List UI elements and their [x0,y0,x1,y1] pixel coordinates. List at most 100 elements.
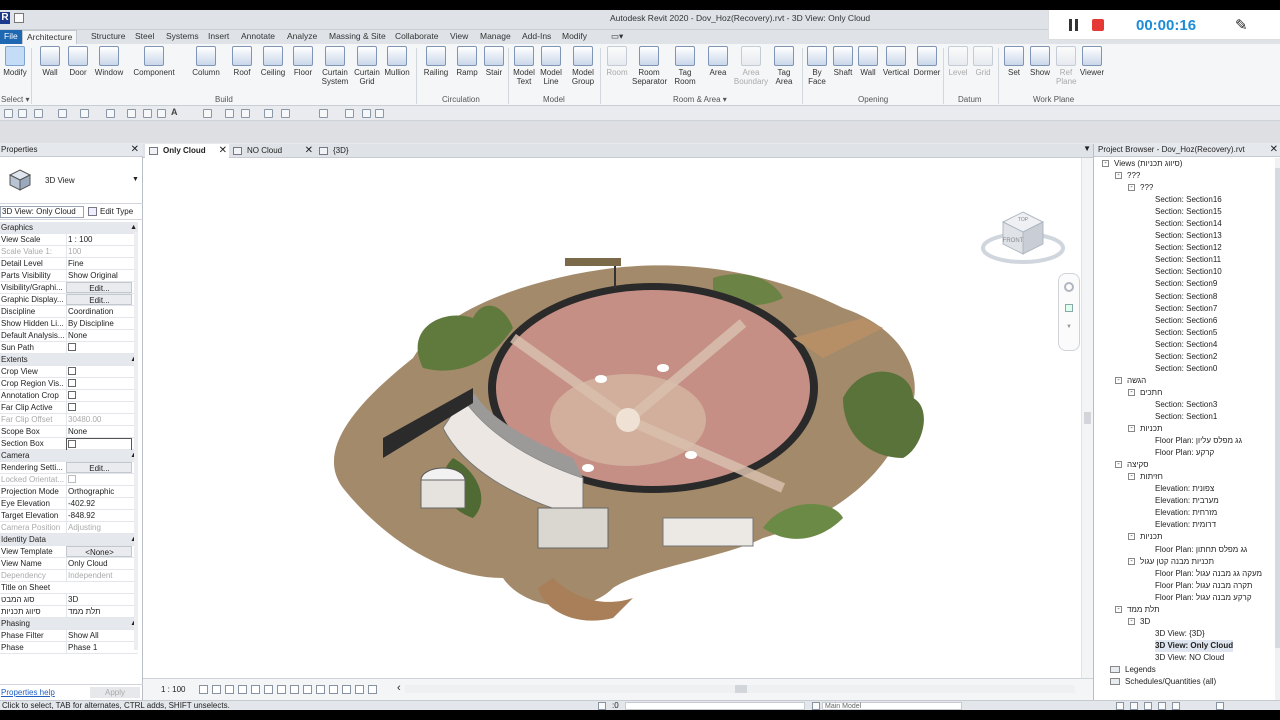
collapse-icon[interactable]: - [1128,425,1135,433]
viewport-vertical-scrollbar[interactable] [1081,158,1093,678]
drag-elements-icon[interactable] [1172,702,1180,710]
browser-group-node[interactable]: - חזיתות [1094,471,1276,483]
browser-view-item[interactable]: Section: Section3 [1094,399,1276,411]
unlock-3d-icon[interactable] [290,685,299,694]
property-value[interactable]: None [66,426,132,437]
property-value[interactable]: Coordination [66,306,132,317]
tab-annotate[interactable]: Annotate [237,30,279,44]
wall-button[interactable]: Wall [37,46,63,77]
property-value[interactable]: 3D [66,594,132,605]
viewport-horizontal-scrollbar[interactable] [405,685,1075,693]
sun-path-icon[interactable] [225,685,234,694]
collapse-icon[interactable]: - [1102,160,1109,167]
scroll-thumb[interactable] [1084,412,1091,424]
checkbox[interactable] [68,367,76,376]
browser-group-node[interactable]: - Views (סיווג תכניות) [1094,158,1276,170]
property-value[interactable]: Phase 1 [66,642,132,653]
checkbox[interactable] [68,379,76,388]
worksharing-display-icon[interactable] [329,685,338,694]
ramp-button[interactable]: Ramp [454,46,480,77]
property-value[interactable]: By Discipline [66,318,132,329]
property-edit-button[interactable]: Edit... [66,282,132,293]
measure-icon[interactable] [127,109,136,118]
browser-view-item[interactable]: Floor Plan: גג מפלס עליון [1094,435,1276,447]
set-button[interactable]: Set [1002,46,1026,77]
reveal-constraints-icon[interactable] [368,685,377,694]
collapse-icon[interactable]: - [1128,617,1135,625]
browser-view-item[interactable]: Floor Plan: מעקה גג מבנה עגול [1094,568,1276,580]
close-icon[interactable]: ✕ [1270,144,1278,156]
column-button[interactable]: Column [188,46,224,77]
dormer-opening-button[interactable]: Dormer [911,46,943,77]
shadows-icon[interactable] [238,685,247,694]
stop-recording-icon[interactable] [1092,19,1104,31]
browser-view-item[interactable]: 3D View: NO Cloud [1094,652,1276,664]
scroll-thumb[interactable] [1275,168,1280,648]
chevron-down-icon[interactable]: ▼ [1066,324,1072,330]
browser-view-item[interactable]: Section: Section8 [1094,291,1276,303]
tab-file[interactable]: File [0,30,22,44]
browser-view-item[interactable]: Section: Section13 [1094,230,1276,242]
property-value[interactable]: תלת ממד [66,606,132,617]
property-value[interactable]: Orthographic [66,486,132,497]
instance-selector[interactable]: 3D View: Only Cloud [0,206,84,218]
text-icon[interactable]: A [171,107,178,117]
browser-view-item[interactable]: Floor Plan: קרקע מבנה עגול [1094,592,1276,604]
properties-section-camera[interactable]: Camera▲ [0,450,138,462]
collapse-icon[interactable]: - [1128,533,1135,541]
steering-wheel-icon[interactable] [1064,282,1074,292]
browser-view-item[interactable]: Section: Section16 [1094,194,1276,206]
browser-view-item[interactable]: 3D View: {3D} [1094,628,1276,640]
sync-icon[interactable] [34,109,43,118]
property-value[interactable]: Only Cloud [66,558,132,569]
open-icon[interactable] [14,13,24,23]
area-button[interactable]: Area [705,46,731,77]
tag-room-button[interactable]: Tag Room [670,46,700,86]
browser-group-node[interactable]: - תכניות [1094,423,1276,435]
browser-group-node[interactable]: Schedules/Quantities (all) [1094,676,1276,688]
browser-view-item[interactable]: Elevation: צפונית [1094,483,1276,495]
window-icon[interactable] [375,109,384,118]
collapse-icon[interactable]: - [1115,605,1122,613]
filter-icon[interactable] [319,109,328,118]
apply-button[interactable]: Apply [90,687,140,698]
scroll-thumb[interactable] [735,685,747,693]
crop-icon[interactable] [264,685,273,694]
property-edit-button[interactable]: <None> [66,546,132,557]
property-edit-button[interactable]: Edit... [66,462,132,473]
room-button[interactable]: Room [604,46,630,77]
wall-opening-button[interactable]: Wall [856,46,880,77]
property-value[interactable]: Show Original [66,270,132,281]
checkbox[interactable] [68,343,76,352]
browser-group-node[interactable]: - חתכים [1094,387,1276,399]
browser-view-item[interactable]: Section: Section4 [1094,339,1276,351]
open-icon[interactable] [4,109,13,118]
browser-group-node[interactable]: -??? [1094,170,1276,182]
collapse-icon[interactable]: - [1128,557,1135,565]
properties-section-graphics[interactable]: Graphics ▲ [0,222,138,234]
temporary-hide-icon[interactable] [303,685,312,694]
select-by-face-icon[interactable] [1158,702,1166,710]
tab-analyze[interactable]: Analyze [283,30,321,44]
browser-view-item[interactable]: Section: Section11 [1094,254,1276,266]
stair-button[interactable]: Stair [482,46,506,77]
browser-group-node[interactable]: - תכניות מבנה קטן עגול [1094,556,1276,568]
browser-view-item[interactable]: Elevation: דרומית [1094,519,1276,531]
select-pinned-icon[interactable] [1144,702,1152,710]
tag-icon[interactable] [157,109,166,118]
properties-section-identity-data[interactable]: Identity Data▲ [0,534,138,546]
curtain-grid-button[interactable]: Curtain Grid [352,46,382,86]
design-option-selector[interactable]: Main Model [822,702,962,710]
ceiling-button[interactable]: Ceiling [258,46,288,77]
railing-button[interactable]: Railing [422,46,450,77]
thin-lines-icon[interactable] [241,109,250,118]
select-links-icon[interactable] [1116,702,1124,710]
component-button[interactable]: Component [130,46,178,77]
ref-plane-button[interactable]: Ref Plane [1056,46,1076,86]
point-cloud-model[interactable] [143,158,1083,678]
section-icon[interactable] [225,109,234,118]
property-value[interactable]: -848.92 [66,510,132,521]
curtain-system-button[interactable]: Curtain System [320,46,350,86]
checkbox[interactable] [68,440,76,449]
revit-logo-icon[interactable]: R [0,12,10,24]
